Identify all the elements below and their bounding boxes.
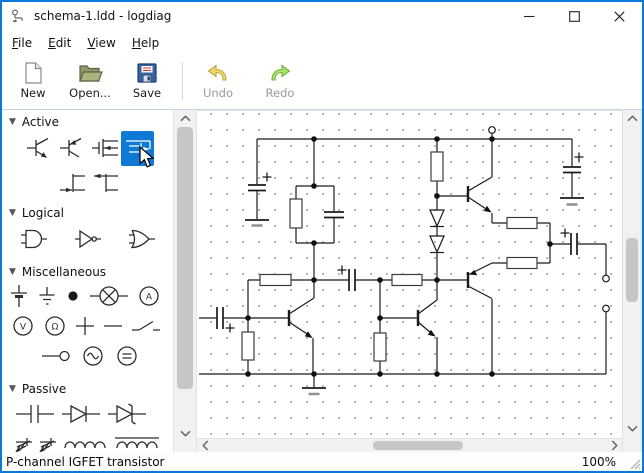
open-button[interactable]: Open... — [62, 59, 118, 100]
tool-cell[interactable] — [8, 283, 30, 309]
tool-switch[interactable] — [130, 314, 162, 338]
tool-and-gate[interactable] — [8, 221, 60, 257]
zoom-level: 100% — [582, 455, 616, 469]
menu-view[interactable]: View — [79, 32, 123, 54]
tool-lamp[interactable] — [88, 284, 130, 308]
svg-text:V: V — [20, 323, 27, 333]
chevron-up-icon — [180, 115, 191, 122]
toolbar: New Open... Save Undo — [2, 56, 642, 109]
status-message: P-channel IGFET transistor — [6, 455, 582, 469]
redo-arrow-icon — [268, 61, 292, 85]
save-button[interactable]: Save — [122, 59, 172, 100]
app-window: schema-1.ldd - logdiag File Edit View He… — [0, 0, 644, 473]
polarity-marks — [226, 153, 584, 333]
tool-ammeter[interactable]: A — [136, 284, 162, 308]
canvas-vertical-scrollbar[interactable] — [622, 110, 642, 452]
section-header-passive[interactable]: ▼ Passive — [9, 380, 173, 397]
tool-n-jfet[interactable] — [55, 167, 88, 199]
canvas-horizontal-scrollbar[interactable] — [197, 438, 622, 452]
tool-inductor-with-core[interactable] — [112, 433, 162, 452]
app-icon — [10, 8, 27, 25]
undo-arrow-icon — [206, 61, 230, 85]
new-button[interactable]: New — [8, 59, 58, 100]
expander-icon: ▼ — [9, 384, 16, 394]
scroll-up-button[interactable] — [623, 110, 641, 126]
svg-text:A: A — [146, 293, 153, 303]
tool-capacitor[interactable] — [14, 401, 56, 427]
chevron-down-icon — [627, 425, 638, 432]
save-floppy-icon — [135, 61, 159, 85]
scroll-right-button[interactable] — [606, 439, 622, 452]
tool-minus[interactable] — [102, 314, 124, 338]
svg-text:Ω: Ω — [52, 323, 59, 333]
schematic-canvas[interactable] — [197, 110, 622, 438]
menu-help[interactable]: Help — [124, 32, 167, 54]
minimize-button[interactable] — [507, 2, 552, 30]
tool-not-gate[interactable] — [62, 221, 114, 257]
menu-bar: File Edit View Help — [2, 30, 642, 56]
close-icon — [614, 11, 625, 22]
menu-file[interactable]: File — [4, 32, 40, 54]
junction-dots — [245, 136, 553, 377]
new-document-icon — [21, 61, 45, 85]
section-header-logical[interactable]: ▼ Logical — [9, 204, 173, 221]
chevron-left-icon — [202, 440, 209, 451]
tool-or-gate[interactable] — [116, 221, 168, 257]
menu-edit[interactable]: Edit — [40, 32, 79, 54]
resistors — [242, 152, 537, 361]
close-button[interactable] — [597, 2, 642, 30]
tool-photodiode[interactable] — [14, 433, 34, 452]
window-title: schema-1.ldd - logdiag — [34, 9, 507, 23]
palette-scroll-thumb[interactable] — [177, 127, 193, 389]
section-header-miscellaneous[interactable]: ▼ Miscellaneous — [9, 263, 173, 280]
tool-zener-diode[interactable] — [106, 401, 148, 427]
redo-button[interactable]: Redo — [255, 59, 305, 100]
scroll-down-button[interactable] — [623, 420, 641, 436]
chevron-down-icon — [180, 430, 191, 437]
capacitor-plates — [217, 167, 581, 329]
maximize-icon — [569, 11, 580, 22]
horizontal-scroll-thumb[interactable] — [373, 441, 463, 450]
tool-npn-transistor[interactable] — [22, 131, 55, 166]
tool-dc-source[interactable] — [114, 344, 140, 368]
tool-junction[interactable] — [64, 284, 82, 308]
status-bar: P-channel IGFET transistor 100% — [2, 452, 642, 471]
transistor-bases — [289, 186, 468, 326]
chevron-up-icon — [627, 115, 638, 122]
tool-p-jfet[interactable] — [88, 167, 121, 199]
tool-pnp-transistor[interactable] — [55, 131, 88, 166]
scroll-left-button[interactable] — [197, 439, 213, 452]
symbol-palette: ▼ Active — [2, 110, 173, 452]
scroll-up-button[interactable] — [174, 110, 196, 126]
expander-icon: ▼ — [9, 267, 16, 277]
tool-voltmeter[interactable]: V — [10, 314, 36, 338]
tool-photodiode-2[interactable] — [38, 433, 58, 452]
circuit-drawing — [197, 111, 622, 438]
expander-icon: ▼ — [9, 117, 16, 127]
vertical-scroll-thumb[interactable] — [626, 238, 638, 302]
chevron-right-icon — [611, 440, 618, 451]
tool-terminal[interactable] — [40, 344, 72, 368]
maximize-button[interactable] — [552, 2, 597, 30]
tool-n-channel-igfet[interactable] — [88, 131, 121, 166]
scroll-down-button[interactable] — [174, 425, 196, 441]
tool-ohmmeter[interactable]: Ω — [42, 314, 68, 338]
resize-grip-icon[interactable] — [628, 457, 641, 470]
undo-button[interactable]: Undo — [193, 59, 243, 100]
tool-plus[interactable] — [74, 314, 96, 338]
title-bar: schema-1.ldd - logdiag — [2, 2, 642, 30]
tool-inductor[interactable] — [62, 433, 108, 452]
expander-icon: ▼ — [9, 208, 16, 218]
open-folder-icon — [77, 61, 103, 85]
section-header-active[interactable]: ▼ Active — [9, 113, 173, 130]
tool-earth[interactable] — [36, 284, 58, 308]
toolbar-separator — [182, 62, 183, 100]
tool-ac-source[interactable] — [80, 344, 106, 368]
mouse-cursor — [139, 146, 156, 170]
minimize-icon — [524, 11, 535, 22]
palette-scrollbar[interactable] — [173, 110, 197, 452]
tool-diode[interactable] — [60, 401, 102, 427]
main-area: ▼ Active — [2, 109, 642, 452]
